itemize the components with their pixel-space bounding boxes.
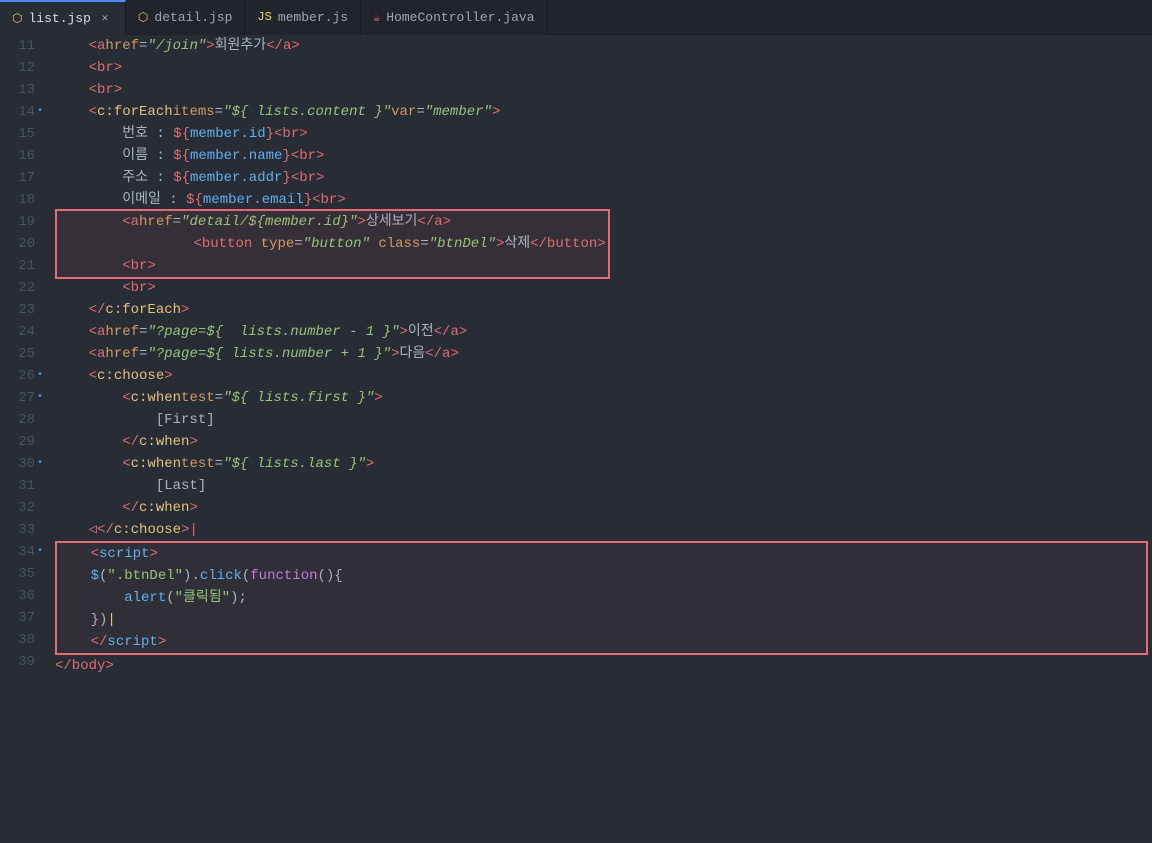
line-num-13: 13 <box>0 79 45 101</box>
code-line-29: </c:when> <box>55 431 1152 453</box>
line-num-18: 18 <box>0 189 45 211</box>
line-num-35: 35 <box>0 563 45 585</box>
tab-label-list-jsp: list.jsp <box>28 11 90 26</box>
code-line-28: [First] <box>55 409 1152 431</box>
line-num-28: 28 <box>0 409 45 431</box>
code-line-36: alert("클릭됨"); <box>57 587 1146 609</box>
line-num-12: 12 <box>0 57 45 79</box>
code-line-17: 주소 : ${member.addr}<br> <box>55 167 1152 189</box>
tab-homecontroller[interactable]: ☕ HomeController.java <box>361 0 547 35</box>
line-num-24: 24 <box>0 321 45 343</box>
line-num-39: 39 <box>0 651 45 673</box>
line-num-22: 22 <box>0 277 45 299</box>
line-num-21: 21 <box>0 255 45 277</box>
line-num-26: 26 <box>0 365 45 387</box>
line-num-14: 14 <box>0 101 45 123</box>
line-num-38: 38 <box>0 629 45 651</box>
script-block: <script> $(".btnDel").click(function(){ … <box>55 541 1152 655</box>
line-num-32: 32 <box>0 497 45 519</box>
code-line-22: <br> <box>55 277 1152 299</box>
line-num-25: 25 <box>0 343 45 365</box>
code-line-24: <a href="?page=${ lists.number - 1 }">이전… <box>55 321 1152 343</box>
line-num-15: 15 <box>0 123 45 145</box>
code-line-13: <br> <box>55 79 1152 101</box>
tab-bar: ⬡ list.jsp ✕ ⬡ detail.jsp JS member.js ☕… <box>0 0 1152 35</box>
line-num-31: 31 <box>0 475 45 497</box>
code-line-39: </body> <box>55 655 1152 677</box>
code-line-18: 이메일 : ${member.email}<br> <box>55 189 1152 211</box>
line-num-33: 33 <box>0 519 45 541</box>
line-num-37: 37 <box>0 607 45 629</box>
tab-member-js[interactable]: JS member.js <box>245 0 361 35</box>
line-num-19: 19 <box>0 211 45 233</box>
code-line-33: ◁</c:choose>| <box>55 519 1152 541</box>
line-num-34: 34 <box>0 541 45 563</box>
code-line-20: <button type="button" class="btnDel">삭제<… <box>55 233 1152 255</box>
tab-detail-jsp[interactable]: ⬡ detail.jsp <box>126 0 246 35</box>
code-editor: 11 12 13 14 15 16 17 18 19 20 21 22 23 2… <box>0 35 1152 843</box>
tab-icon-homecontroller: ☕ <box>373 10 380 25</box>
line-numbers: 11 12 13 14 15 16 17 18 19 20 21 22 23 2… <box>0 35 45 843</box>
line-num-16: 16 <box>0 145 45 167</box>
tab-list-jsp[interactable]: ⬡ list.jsp ✕ <box>0 0 126 35</box>
code-line-26: <c:choose> <box>55 365 1152 387</box>
code-line-34: <script> <box>57 543 1146 565</box>
code-line-15: 번호 : ${member.id}<br> <box>55 123 1152 145</box>
code-line-27: <c:when test="${ lists.first }"> <box>55 387 1152 409</box>
line-num-17: 17 <box>0 167 45 189</box>
tab-label-homecontroller: HomeController.java <box>386 10 534 25</box>
line-num-27: 27 <box>0 387 45 409</box>
line-num-23: 23 <box>0 299 45 321</box>
code-line-31: [Last] <box>55 475 1152 497</box>
code-line-23: </c:forEach> <box>55 299 1152 321</box>
tab-label-member-js: member.js <box>278 10 348 25</box>
code-line-38: </script> <box>57 631 1146 653</box>
code-line-12: <br> <box>55 57 1152 79</box>
code-line-21: <br> <box>55 255 1152 277</box>
tab-icon-member-js: JS <box>257 10 271 24</box>
code-line-16: 이름 : ${member.name}<br> <box>55 145 1152 167</box>
code-line-32: </c:when> <box>55 497 1152 519</box>
tab-label-detail-jsp: detail.jsp <box>154 10 232 25</box>
code-line-25: <a href="?page=${ lists.number + 1 }">다음… <box>55 343 1152 365</box>
code-line-37: })| <box>57 609 1146 631</box>
code-line-30: <c:when test="${ lists.last }"> <box>55 453 1152 475</box>
tab-icon-list-jsp: ⬡ <box>12 11 22 26</box>
code-line-14: <c:forEach items="${ lists.content }" va… <box>55 101 1152 123</box>
code-content: <a href="/join">회원추가</a> <br> <br> <c:fo… <box>45 35 1152 843</box>
tab-close-list-jsp[interactable]: ✕ <box>97 10 113 26</box>
code-line-35: $(".btnDel").click(function(){ <box>57 565 1146 587</box>
line-num-11: 11 <box>0 35 45 57</box>
line-num-20: 20 <box>0 233 45 255</box>
line-num-29: 29 <box>0 431 45 453</box>
line-num-30: 30 <box>0 453 45 475</box>
line-num-36: 36 <box>0 585 45 607</box>
code-line-11: <a href="/join">회원추가</a> <box>55 35 1152 57</box>
tab-icon-detail-jsp: ⬡ <box>138 10 148 25</box>
